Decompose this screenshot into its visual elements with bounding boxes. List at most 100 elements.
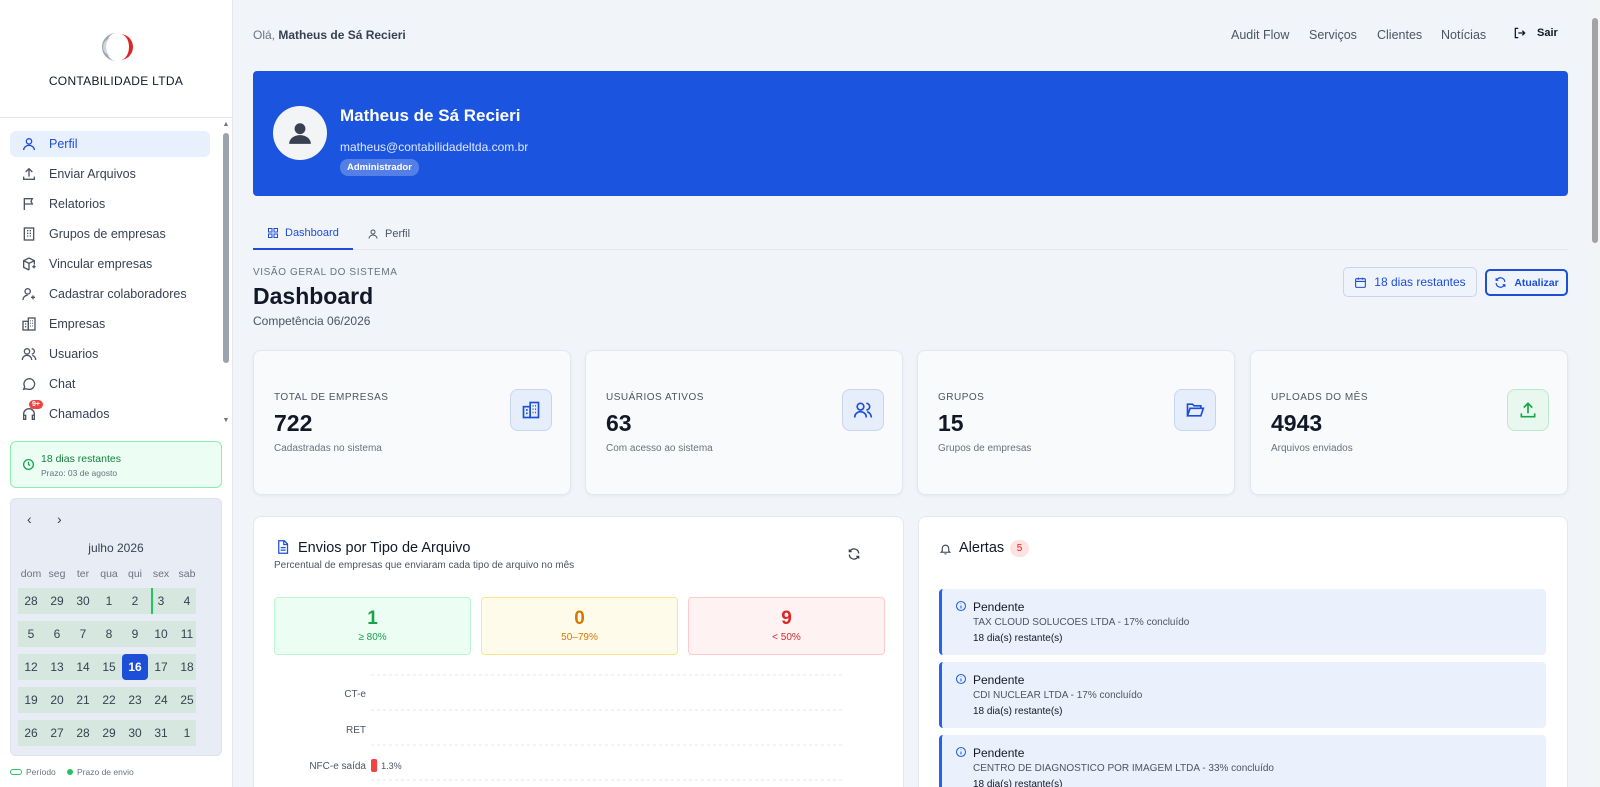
calendar-day[interactable]: 23 xyxy=(122,687,148,713)
calendar-day[interactable]: 20 xyxy=(44,687,70,713)
sidebar-item-chamados[interactable]: 9+ Chamados xyxy=(10,400,210,426)
sidebar-item-empresas[interactable]: Empresas xyxy=(10,311,210,337)
building-icon xyxy=(510,389,552,431)
calendar-day[interactable]: 2 xyxy=(122,588,148,614)
calendar-day[interactable]: 22 xyxy=(96,687,122,713)
page-scrollbar-thumb[interactable] xyxy=(1592,18,1598,243)
user-icon xyxy=(21,136,37,152)
alert-item[interactable]: Pendente CENTRO DE DIAGNOSTICO POR IMAGE… xyxy=(939,735,1546,787)
calendar-day[interactable]: 26 xyxy=(18,720,44,746)
nav-link-noticias[interactable]: Notícias xyxy=(1441,28,1486,42)
info-icon xyxy=(955,673,967,685)
alert-item[interactable]: Pendente CDI NUCLEAR LTDA - 17% concluíd… xyxy=(939,662,1546,728)
calendar-day[interactable]: 29 xyxy=(44,588,70,614)
calendar-next-button[interactable]: › xyxy=(57,511,62,527)
greeting-prefix: Olá, xyxy=(253,28,276,42)
calendar-day[interactable]: 27 xyxy=(44,720,70,746)
calendar-day[interactable]: 15 xyxy=(96,654,122,680)
calendar-day[interactable]: 24 xyxy=(148,687,174,713)
calendar-day[interactable]: 5 xyxy=(18,621,44,647)
calendar-day[interactable]: 1 xyxy=(96,588,122,614)
greeting: Olá, Matheus de Sá Recieri xyxy=(253,28,406,42)
stat-card-uploads: UPLOADS DO MÊS 4943 Arquivos enviados xyxy=(1250,350,1568,495)
user-plus-icon xyxy=(21,286,37,302)
upload-icon xyxy=(1507,389,1549,431)
users-icon xyxy=(21,346,37,362)
sidebar-item-chat[interactable]: Chat xyxy=(10,371,210,397)
chart-category-label: RET xyxy=(346,725,366,736)
chart-bar[interactable] xyxy=(371,759,378,772)
calendar-day[interactable]: 8 xyxy=(96,621,122,647)
calendar-day[interactable]: 13 xyxy=(44,654,70,680)
calendar-day[interactable]: 12 xyxy=(18,654,44,680)
refresh-icon[interactable] xyxy=(847,547,861,561)
calendar-day[interactable]: 6 xyxy=(44,621,70,647)
calendar-prev-button[interactable]: ‹ xyxy=(27,511,32,527)
sidebar-item-relatorios[interactable]: Relatorios xyxy=(10,191,210,217)
sidebar-item-usuarios[interactable]: Usuarios xyxy=(10,341,210,367)
sidebar-item-label: Grupos de empresas xyxy=(49,227,166,241)
tab-perfil[interactable]: Perfil xyxy=(353,218,424,250)
calendar-day[interactable]: 30 xyxy=(70,588,96,614)
scroll-up-icon[interactable]: ▲ xyxy=(222,121,230,129)
calendar-day[interactable]: 18 xyxy=(174,654,200,680)
users-icon xyxy=(842,389,884,431)
stat-value: 63 xyxy=(606,410,632,436)
calendar-weekday: qui xyxy=(127,568,142,580)
sidebar-item-cadastrar[interactable]: Cadastrar colaboradores xyxy=(10,281,210,307)
calendar-day[interactable]: 19 xyxy=(18,687,44,713)
sidebar-item-enviar-arquivos[interactable]: Enviar Arquivos xyxy=(10,161,210,187)
sidebar-scrollbar[interactable]: ▲ ▼ xyxy=(222,121,230,426)
calendar-day[interactable]: 4 xyxy=(174,588,200,614)
nav-link-servicos[interactable]: Serviços xyxy=(1309,28,1357,42)
calendar-day[interactable]: 31 xyxy=(148,720,174,746)
logout-label: Sair xyxy=(1537,27,1558,39)
bucket-low: 9 < 50% xyxy=(688,597,885,655)
company-name: CONTABILIDADE LTDA xyxy=(48,74,184,88)
sidebar-item-grupos[interactable]: Grupos de empresas xyxy=(10,221,210,247)
bucket-range: 50–79% xyxy=(561,632,598,643)
page-scrollbar[interactable] xyxy=(1590,0,1600,787)
legend-period: Período xyxy=(10,767,56,777)
chart-value-label: 1.3% xyxy=(381,761,402,771)
calendar-weekday: qua xyxy=(100,568,118,580)
alert-description: CDI NUCLEAR LTDA - 17% concluído xyxy=(973,690,1143,701)
logout-button[interactable]: Sair xyxy=(1513,26,1558,40)
legend-period-label: Período xyxy=(26,767,56,777)
scrollbar-thumb[interactable] xyxy=(223,133,229,363)
calendar-day[interactable]: 30 xyxy=(122,720,148,746)
calendar-day[interactable]: 28 xyxy=(18,588,44,614)
calendar-day[interactable]: 29 xyxy=(96,720,122,746)
flag-icon xyxy=(21,196,37,212)
bell-icon xyxy=(939,542,952,556)
sidebar-item-vincular[interactable]: Vincular empresas xyxy=(10,251,210,277)
stat-value: 722 xyxy=(274,410,313,436)
chart-category-label: CT-e xyxy=(344,689,366,700)
update-button[interactable]: Atualizar xyxy=(1485,269,1568,296)
calendar-day[interactable]: 28 xyxy=(70,720,96,746)
calendar-day[interactable]: 1 xyxy=(174,720,200,746)
calendar-day[interactable]: 17 xyxy=(148,654,174,680)
stat-label: GRUPOS xyxy=(938,392,985,403)
deadline-swatch xyxy=(67,769,73,775)
days-remaining-button[interactable]: 18 dias restantes xyxy=(1343,267,1477,297)
alert-item[interactable]: Pendente TAX CLOUD SOLUCOES LTDA - 17% c… xyxy=(939,589,1546,655)
calendar-icon xyxy=(1355,277,1367,288)
calendar-day[interactable]: 16 xyxy=(122,654,148,680)
tab-dashboard[interactable]: Dashboard xyxy=(253,218,353,250)
scroll-down-icon[interactable]: ▼ xyxy=(222,417,230,425)
calendar-day[interactable]: 9 xyxy=(122,621,148,647)
calendar-day[interactable]: 25 xyxy=(174,687,200,713)
calendar-day[interactable]: 14 xyxy=(70,654,96,680)
grid-icon xyxy=(268,228,278,238)
calendar-day[interactable]: 11 xyxy=(174,621,200,647)
calendar-day[interactable]: 21 xyxy=(70,687,96,713)
calendar-day[interactable]: 7 xyxy=(70,621,96,647)
nav-link-audit-flow[interactable]: Audit Flow xyxy=(1231,28,1289,42)
calendar-day[interactable]: 10 xyxy=(148,621,174,647)
alert-remaining: 18 dia(s) restante(s) xyxy=(973,633,1063,644)
sidebar-item-perfil[interactable]: Perfil xyxy=(10,131,210,157)
nav-link-clientes[interactable]: Clientes xyxy=(1377,28,1422,42)
company-logo xyxy=(94,30,138,64)
info-icon xyxy=(955,746,967,758)
